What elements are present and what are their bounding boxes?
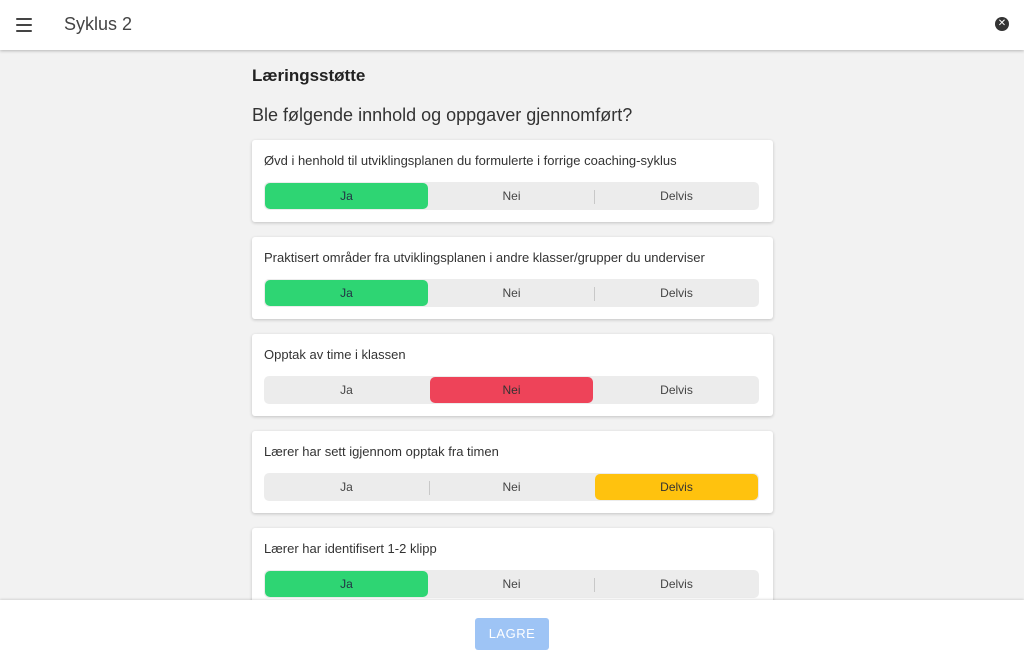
question-card: Opptak av time i klassen Ja Nei Delvis: [252, 334, 773, 416]
option-ja-button[interactable]: Ja: [265, 474, 428, 500]
question-label: Opptak av time i klassen: [264, 347, 406, 362]
question-heading: Ble følgende innhold og oppgaver gjennom…: [252, 105, 633, 125]
answer-segmented-control: Ja Nei Delvis: [264, 570, 759, 598]
question-card: Lærer har sett igjennom opptak fra timen…: [252, 431, 773, 513]
top-app-bar: Syklus 2 ✕: [0, 0, 1024, 50]
app-title: Syklus 2: [64, 14, 133, 34]
option-nei-button[interactable]: Nei: [430, 280, 593, 306]
answer-segmented-control: Ja Nei Delvis: [264, 182, 759, 210]
close-circle-icon[interactable]: ✕: [995, 17, 1009, 31]
question-label: Lærer har sett igjennom opptak fra timen: [264, 444, 499, 459]
option-delvis-button[interactable]: Delvis: [595, 377, 758, 403]
question-card: Praktisert områder fra utviklingsplanen …: [252, 237, 773, 319]
question-card: Øvd i henhold til utviklingsplanen du fo…: [252, 140, 773, 222]
answer-segmented-control: Ja Nei Delvis: [264, 279, 759, 307]
option-delvis-button[interactable]: Delvis: [594, 280, 758, 306]
option-nei-button[interactable]: Nei: [429, 474, 593, 500]
main-content: Læringsstøtte Ble følgende innhold og op…: [252, 50, 773, 625]
question-label: Øvd i henhold til utviklingsplanen du fo…: [264, 153, 677, 168]
footer-bar: LAGRE: [0, 600, 1024, 668]
section-title: Læringsstøtte: [252, 66, 366, 85]
question-card: Lærer har identifisert 1-2 klipp Ja Nei …: [252, 528, 773, 610]
option-ja-button[interactable]: Ja: [265, 377, 428, 403]
answer-segmented-control: Ja Nei Delvis: [264, 473, 759, 501]
option-ja-button[interactable]: Ja: [265, 280, 428, 306]
answer-segmented-control: Ja Nei Delvis: [264, 376, 759, 404]
option-delvis-button[interactable]: Delvis: [594, 183, 758, 209]
question-label: Lærer har identifisert 1-2 klipp: [264, 541, 437, 556]
question-list: Øvd i henhold til utviklingsplanen du fo…: [252, 140, 773, 610]
save-button[interactable]: LAGRE: [475, 618, 549, 650]
option-ja-button[interactable]: Ja: [265, 183, 428, 209]
option-nei-button[interactable]: Nei: [430, 377, 593, 403]
option-ja-button[interactable]: Ja: [265, 571, 428, 597]
option-delvis-button[interactable]: Delvis: [594, 571, 758, 597]
hamburger-menu-icon[interactable]: [14, 15, 36, 35]
option-nei-button[interactable]: Nei: [430, 183, 593, 209]
option-nei-button[interactable]: Nei: [430, 571, 593, 597]
question-label: Praktisert områder fra utviklingsplanen …: [264, 250, 705, 265]
option-delvis-button[interactable]: Delvis: [595, 474, 758, 500]
